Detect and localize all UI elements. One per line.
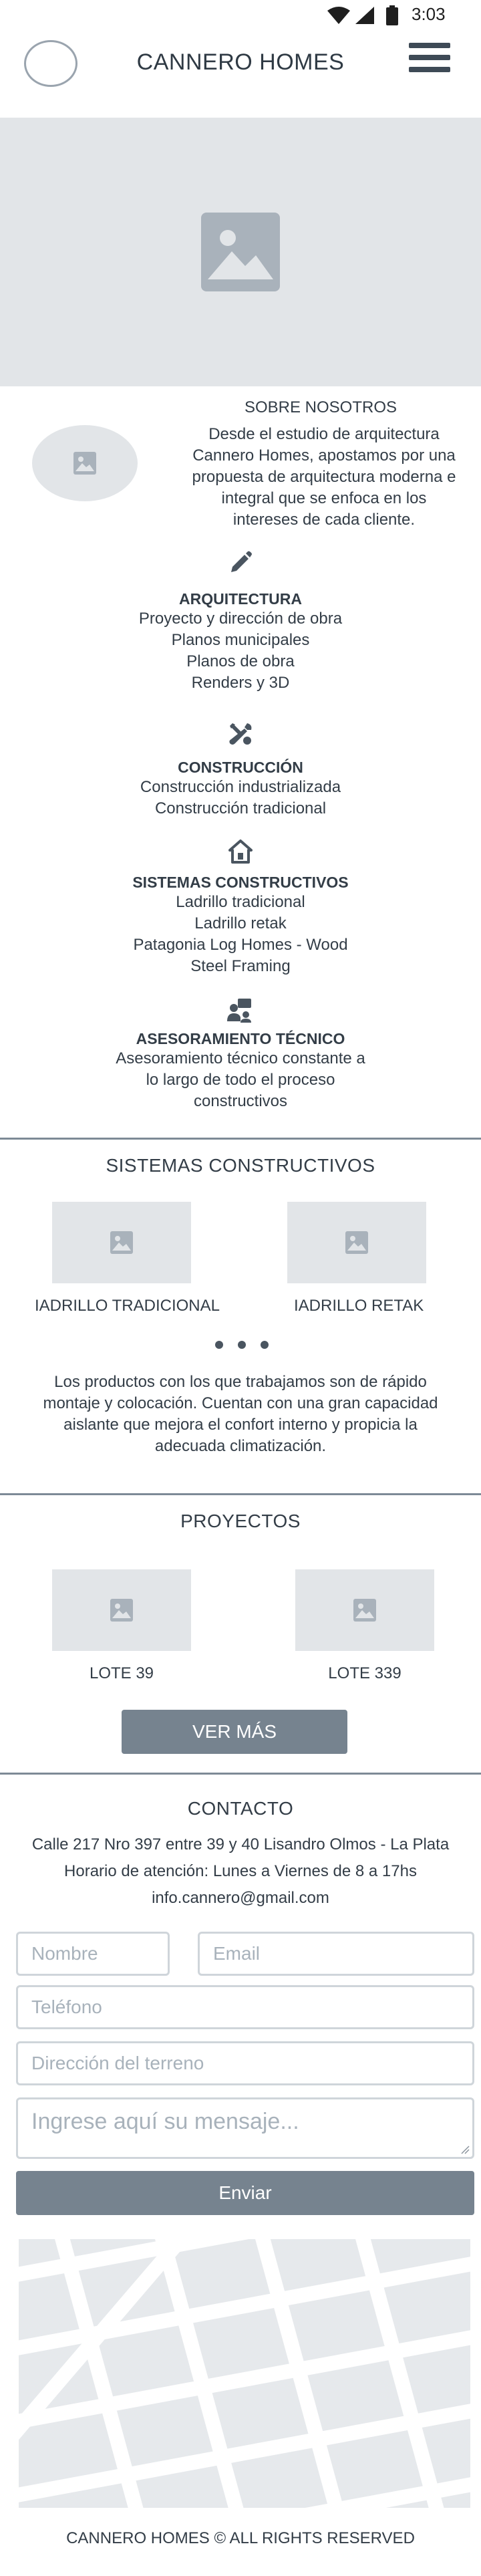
description-line: aislante que mejora el confort interno y… [63, 1416, 418, 1434]
brand-title: CANNERO HOMES [136, 49, 345, 75]
image-icon [73, 452, 96, 475]
service-systems: SISTEMAS CONSTRUCTIVOS Ladrillo tradicio… [40, 838, 441, 977]
service-line: Construcción tradicional [154, 799, 327, 817]
about-title: SOBRE NOSOTROS [244, 398, 397, 416]
image-icon [110, 1599, 133, 1622]
section-divider [0, 1493, 481, 1495]
project-label-1: LOTE 39 [89, 1664, 154, 1682]
contact-address: Calle 217 Nro 397 entre 39 y 40 Lisandro… [31, 1835, 450, 1853]
about-line: intereses de cada cliente. [232, 511, 416, 529]
service-line: Steel Framing [190, 957, 291, 975]
section-divider [0, 1138, 481, 1140]
about-image [32, 425, 138, 501]
wifi-icon [327, 7, 350, 24]
project-image-1[interactable] [52, 1569, 191, 1651]
project-label-2: LOTE 339 [328, 1664, 402, 1682]
hero-image [0, 118, 481, 386]
logo-placeholder[interactable] [24, 40, 77, 87]
footer-copyright: CANNERO HOMES © ALL RIGHTS RESERVED [66, 2529, 415, 2547]
consulting-icon [227, 999, 251, 1023]
image-icon [353, 1599, 376, 1622]
land-address-field[interactable]: Dirección del terreno [16, 2041, 474, 2085]
see-more-button[interactable]: VER MÁS [122, 1710, 347, 1754]
carousel-dot[interactable] [215, 1341, 223, 1349]
system-label-2: IADRILLO RETAK [294, 1297, 424, 1315]
systems-description: Los productos con los que trabajamos son… [13, 1372, 468, 1457]
message-field[interactable]: Ingrese aquí su mensaje... [16, 2097, 474, 2159]
battery-icon [386, 5, 398, 25]
about-line: Desde el estudio de arquitectura [208, 425, 440, 443]
contact-title: CONTACTO [187, 1798, 294, 1819]
status-time: 3:03 [412, 4, 446, 24]
map[interactable] [19, 2239, 470, 2508]
about-line: propuesta de arquitectura moderna e [192, 468, 456, 486]
contact-email[interactable]: info.cannero@gmail.com [0, 1889, 481, 1908]
service-line: lo largo de todo el proceso [146, 1071, 335, 1089]
service-title: SISTEMAS CONSTRUCTIVOS [132, 874, 349, 891]
submit-button[interactable]: Enviar [16, 2171, 474, 2215]
contact-hours: Horario de atención: Lunes a Viernes de … [64, 1862, 417, 1880]
section-divider [0, 1773, 481, 1775]
service-title: ASESORAMIENTO TÉCNICO [136, 1030, 345, 1047]
carousel-dot[interactable] [238, 1341, 246, 1349]
service-construction: CONSTRUCCIÓN Construcción industrializad… [40, 721, 441, 819]
description-line: Los productos con los que trabajamos son… [54, 1373, 427, 1391]
resize-handle-icon[interactable] [460, 2145, 470, 2154]
service-line: Renders y 3D [191, 674, 290, 692]
service-line: Ladrillo retak [194, 914, 287, 932]
service-line: Planos municipales [171, 631, 310, 649]
carousel-dot[interactable] [261, 1341, 269, 1349]
signal-icon [355, 7, 374, 24]
description-line: adecuada climatización. [154, 1437, 327, 1455]
hamburger-menu-icon[interactable] [409, 43, 450, 79]
service-line: constructivos [193, 1092, 288, 1110]
service-line: Ladrillo tradicional [176, 893, 305, 911]
header: CANNERO HOMES [0, 31, 481, 118]
service-title: CONSTRUCCIÓN [178, 759, 303, 776]
about-line: Cannero Homes, apostamos por una [192, 446, 456, 465]
service-title: ARQUITECTURA [179, 590, 302, 608]
projects-title: PROYECTOS [180, 1511, 301, 1531]
phone-field[interactable]: Teléfono [16, 1985, 474, 2029]
house-icon [228, 840, 253, 864]
name-field[interactable]: Nombre [16, 1932, 170, 1976]
systems-title: SISTEMAS CONSTRUCTIVOS [106, 1155, 375, 1176]
carousel-dots[interactable] [215, 1341, 269, 1350]
system-label-1: IADRILLO TRADICIONAL [35, 1297, 220, 1315]
pencil-icon [231, 551, 252, 572]
description-line: montaje y colocación. Cuentan con una gr… [43, 1394, 438, 1412]
service-consulting: ASESORAMIENTO TÉCNICO Asesoramiento técn… [40, 997, 441, 1112]
service-line: Patagonia Log Homes - Wood [133, 936, 348, 954]
image-icon [345, 1231, 368, 1254]
service-line: Asesoramiento técnico constante a [116, 1049, 365, 1067]
service-line: Construcción industrializada [140, 778, 341, 796]
project-image-2[interactable] [295, 1569, 434, 1651]
about-text: Desde el estudio de arquitectura Cannero… [170, 424, 478, 531]
email-field[interactable]: Email [198, 1932, 474, 1976]
service-line: Planos de obra [186, 652, 295, 670]
message-placeholder: Ingrese aquí su mensaje... [31, 2109, 299, 2134]
service-line: Proyecto y dirección de obra [138, 610, 343, 628]
image-icon [201, 213, 280, 291]
service-architecture: ARQUITECTURA Proyecto y dirección de obr… [40, 549, 441, 694]
system-image-1[interactable] [52, 1202, 191, 1283]
status-bar: 3:03 [0, 0, 481, 31]
map-streets [19, 2239, 470, 2508]
tools-icon [229, 723, 252, 745]
system-image-2[interactable] [287, 1202, 426, 1283]
image-icon [110, 1231, 133, 1254]
about-line: integral que se enfoca en los [221, 489, 427, 507]
